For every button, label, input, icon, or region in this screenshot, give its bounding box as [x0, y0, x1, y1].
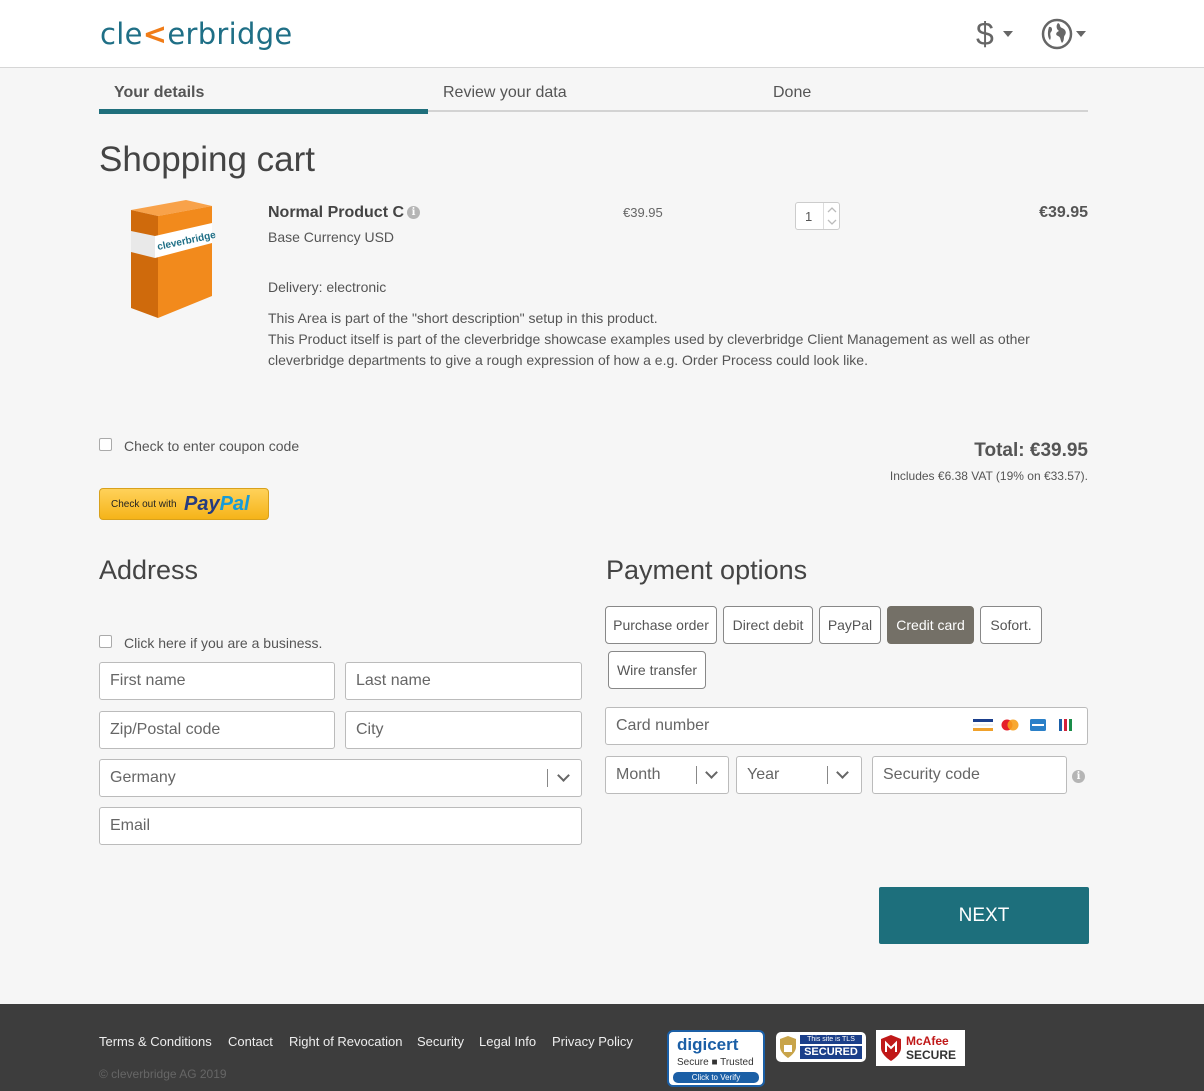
visa-card-icon: [973, 719, 993, 731]
unit-price: €39.95: [623, 205, 663, 220]
jcb-card-icon: [1059, 719, 1072, 731]
shield-icon: [780, 1036, 796, 1058]
payment-wire-transfer[interactable]: Wire transfer: [608, 651, 706, 689]
step-your-details: Your details: [114, 84, 205, 101]
footer-link-privacy[interactable]: Privacy Policy: [552, 1034, 633, 1049]
info-icon[interactable]: i: [407, 206, 420, 219]
steps-progress-bar: [99, 109, 428, 114]
line-total: €39.95: [1039, 204, 1088, 221]
mastercard-icon: [1001, 719, 1019, 731]
city-field[interactable]: City: [345, 711, 582, 749]
email-field[interactable]: Email: [99, 807, 582, 845]
footer-link-security[interactable]: Security: [417, 1034, 464, 1049]
chevron-down-icon: [1003, 31, 1013, 37]
tls-secured-badge[interactable]: This site is TLS SECURED: [776, 1032, 866, 1062]
copyright: © cleverbridge AG 2019: [99, 1067, 227, 1081]
vat-note: Includes €6.38 VAT (19% on €33.57).: [889, 469, 1088, 483]
product-delivery: Delivery: electronic: [268, 279, 387, 295]
checkout-steps: Your details Review your data Done: [99, 78, 1088, 114]
step-done: Done: [773, 84, 812, 101]
mcafee-shield-icon: [881, 1035, 901, 1061]
cart-total: Total: €39.95: [974, 440, 1088, 461]
chevron-down-icon: [1076, 31, 1086, 37]
footer-link-revocation[interactable]: Right of Revocation: [289, 1034, 402, 1049]
payment-sofort[interactable]: Sofort.: [980, 606, 1042, 644]
coupon-label[interactable]: Check to enter coupon code: [124, 438, 299, 454]
zip-field[interactable]: Zip/Postal code: [99, 711, 335, 749]
product-currency-note: Base Currency USD: [268, 229, 395, 245]
payment-paypal[interactable]: PayPal: [819, 606, 881, 644]
product-name: Normal Product C: [268, 204, 405, 221]
chevron-down-icon: [557, 769, 570, 782]
footer-link-legal[interactable]: Legal Info: [479, 1034, 536, 1049]
chevron-down-icon: [836, 766, 849, 779]
site-footer: Terms & Conditions Contact Right of Revo…: [0, 1004, 1204, 1091]
payment-credit-card[interactable]: Credit card: [887, 606, 974, 644]
month-select[interactable]: Month: [605, 756, 729, 794]
mcafee-badge[interactable]: McAfee SECURE: [876, 1030, 965, 1066]
product-description: This Area is part of the "short descript…: [268, 310, 1030, 368]
first-name-field[interactable]: First name: [99, 662, 335, 700]
address-title: Address: [99, 555, 199, 585]
business-checkbox[interactable]: [99, 635, 112, 648]
coupon-checkbox[interactable]: [99, 438, 112, 451]
quantity-spinner[interactable]: [823, 203, 839, 229]
country-select[interactable]: Germany: [99, 759, 582, 797]
country-value: Germany: [110, 769, 176, 786]
dollar-icon: $: [976, 16, 994, 52]
product-box-image: cleverbridge: [131, 200, 217, 318]
footer-link-contact[interactable]: Contact: [228, 1034, 273, 1049]
digicert-badge[interactable]: digicert Secure ■ Trusted Click to Verif…: [667, 1030, 765, 1087]
amex-card-icon: [1030, 719, 1046, 731]
next-button[interactable]: NEXT: [879, 887, 1089, 944]
cleverbridge-logo[interactable]: cle<erbridge: [100, 16, 293, 52]
globe-icon: [1041, 18, 1073, 50]
payment-purchase-order[interactable]: Purchase order: [605, 606, 717, 644]
last-name-field[interactable]: Last name: [345, 662, 582, 700]
business-label[interactable]: Click here if you are a business.: [124, 635, 322, 651]
quantity-value: 1: [805, 209, 813, 224]
payment-title: Payment options: [606, 555, 808, 585]
year-value: Year: [747, 766, 780, 783]
footer-link-terms[interactable]: Terms & Conditions: [99, 1034, 212, 1049]
step-review-data: Review your data: [443, 84, 567, 101]
chevron-down-icon: [705, 766, 718, 779]
quantity-stepper[interactable]: 1: [795, 202, 840, 230]
security-code-info-icon[interactable]: i: [1072, 770, 1085, 783]
page-title: Shopping cart: [99, 140, 315, 179]
month-value: Month: [616, 766, 661, 783]
security-code-field[interactable]: Security code: [872, 756, 1067, 794]
year-select[interactable]: Year: [736, 756, 862, 794]
payment-direct-debit[interactable]: Direct debit: [723, 606, 813, 644]
site-header: cle<erbridge $: [0, 0, 1204, 68]
paypal-checkout-button[interactable]: Check out with PayPal: [99, 488, 269, 520]
